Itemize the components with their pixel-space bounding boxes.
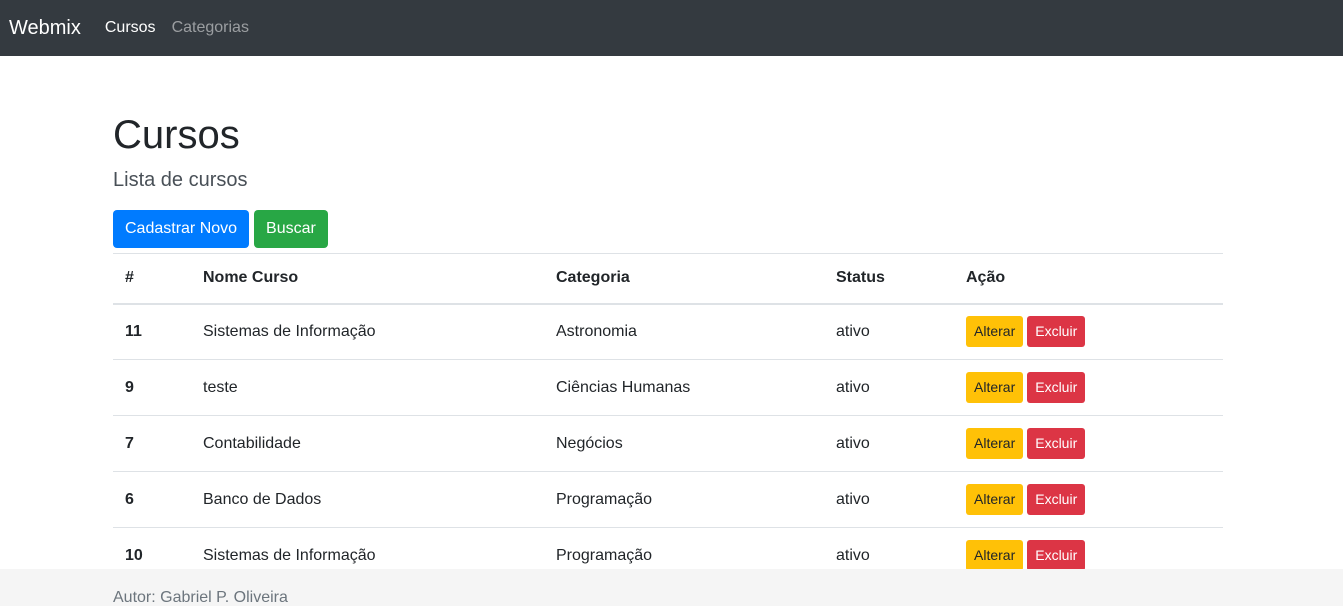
delete-button[interactable]: Excluir: [1027, 484, 1086, 515]
delete-button[interactable]: Excluir: [1027, 540, 1086, 571]
cell-name: Contabilidade: [191, 415, 544, 472]
cell-category: Astronomia: [544, 303, 824, 360]
delete-button[interactable]: Excluir: [1027, 428, 1086, 459]
edit-button[interactable]: Alterar: [966, 316, 1024, 348]
edit-button[interactable]: Alterar: [966, 372, 1024, 403]
header-id: #: [113, 253, 191, 305]
cell-id: 6: [113, 471, 191, 528]
page-title: Cursos: [113, 113, 240, 157]
search-button[interactable]: Buscar: [254, 210, 328, 248]
footer-author: Autor: Gabriel P. Oliveira: [113, 589, 288, 606]
cell-category: Negócios: [544, 415, 824, 472]
page-subtitle: Lista de cursos: [113, 169, 248, 191]
header-name: Nome Curso: [191, 253, 544, 305]
cell-status: ativo: [824, 471, 954, 528]
action-buttons: Cadastrar Novo Buscar: [113, 210, 328, 248]
cell-actions: Alterar Excluir: [954, 359, 1223, 416]
table-row: 11 Sistemas de Informação Astronomia ati…: [113, 303, 1223, 360]
delete-button[interactable]: Excluir: [1027, 316, 1086, 348]
footer: Autor: Gabriel P. Oliveira: [0, 569, 1343, 606]
courses-table: # Nome Curso Categoria Status Ação 11 Si…: [113, 253, 1223, 584]
cell-actions: Alterar Excluir: [954, 471, 1223, 528]
header-action: Ação: [954, 253, 1223, 305]
cell-category: Ciências Humanas: [544, 359, 824, 416]
cell-status: ativo: [824, 303, 954, 360]
nav-link-cursos[interactable]: Cursos: [105, 19, 156, 37]
table-header-row: # Nome Curso Categoria Status Ação: [113, 253, 1223, 305]
cell-id: 7: [113, 415, 191, 472]
cell-status: ativo: [824, 415, 954, 472]
edit-button[interactable]: Alterar: [966, 428, 1024, 459]
edit-button[interactable]: Alterar: [966, 540, 1024, 571]
cell-name: Sistemas de Informação: [191, 303, 544, 360]
navbar-brand[interactable]: Webmix: [9, 17, 81, 40]
cell-name: teste: [191, 359, 544, 416]
cell-status: ativo: [824, 359, 954, 416]
table-row: 9 teste Ciências Humanas ativo Alterar Ex…: [113, 359, 1223, 416]
new-course-button[interactable]: Cadastrar Novo: [113, 210, 250, 248]
cell-actions: Alterar Excluir: [954, 303, 1223, 360]
nav-link-categorias[interactable]: Categorias: [172, 19, 249, 37]
navbar: Webmix Cursos Categorias: [0, 0, 1343, 56]
cell-id: 9: [113, 359, 191, 416]
header-category: Categoria: [544, 253, 824, 305]
delete-button[interactable]: Excluir: [1027, 372, 1086, 403]
header-status: Status: [824, 253, 954, 305]
cell-category: Programação: [544, 471, 824, 528]
table-row: 7 Contabilidade Negócios ativo Alterar Ex…: [113, 415, 1223, 472]
cell-actions: Alterar Excluir: [954, 415, 1223, 472]
table-row: 6 Banco de Dados Programação ativo Alter…: [113, 471, 1223, 528]
cell-name: Banco de Dados: [191, 471, 544, 528]
edit-button[interactable]: Alterar: [966, 484, 1024, 515]
cell-id: 11: [113, 303, 191, 360]
